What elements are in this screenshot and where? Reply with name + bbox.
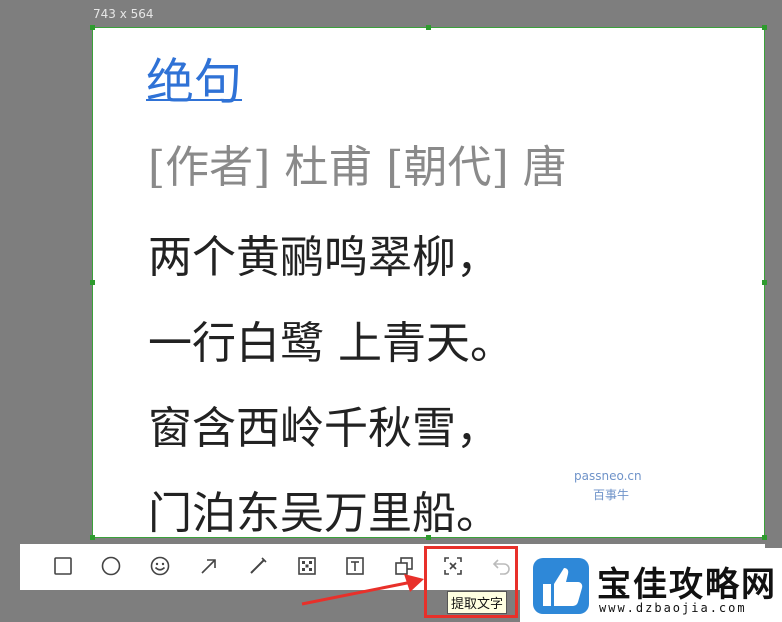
watermark-line-2: 百事牛 bbox=[593, 488, 630, 502]
rectangle-icon bbox=[52, 555, 74, 582]
emoji-icon bbox=[149, 555, 171, 582]
resize-handle-middle-left[interactable] bbox=[90, 280, 95, 285]
poem-line-2: 一行白鹭 上青天。 bbox=[148, 318, 514, 369]
resize-handle-top-left[interactable] bbox=[90, 25, 95, 30]
logo-name: 宝佳攻略网 bbox=[597, 565, 777, 605]
pen-tool-button[interactable] bbox=[246, 556, 270, 580]
extract-text-tooltip: 提取文字 bbox=[447, 591, 508, 614]
resize-handle-top-right[interactable] bbox=[762, 25, 767, 30]
circle-tool-button[interactable] bbox=[99, 556, 123, 580]
resize-handle-middle-right[interactable] bbox=[762, 280, 767, 285]
selection-size-label: 743 x 564 bbox=[93, 7, 154, 21]
poem-line-4: 门泊东吴万里船。 bbox=[148, 488, 500, 539]
rectangle-tool-button[interactable] bbox=[51, 556, 75, 580]
poem-line-1: 两个黄鹂鸣翠柳， bbox=[148, 232, 500, 283]
resize-handle-bottom-right[interactable] bbox=[762, 535, 767, 540]
poem-title: 绝句 bbox=[146, 54, 243, 110]
poem-meta: [作者] 杜甫 [朝代] 唐 bbox=[148, 142, 567, 193]
logo-url: www.dzbaojia.com bbox=[599, 601, 747, 615]
pointer-arrow bbox=[301, 574, 424, 606]
arrow-tool-button[interactable] bbox=[197, 556, 221, 580]
resize-handle-top-middle[interactable] bbox=[426, 25, 431, 30]
resize-handle-bottom-left[interactable] bbox=[90, 535, 95, 540]
emoji-tool-button[interactable] bbox=[148, 556, 172, 580]
watermark-line-1: passneo.cn bbox=[574, 469, 642, 483]
arrow-icon bbox=[198, 555, 220, 582]
poem-line-3: 窗含西岭千秋雪， bbox=[148, 403, 500, 454]
thumbs-up-logo-icon bbox=[533, 558, 589, 614]
pen-icon bbox=[247, 555, 269, 582]
circle-icon bbox=[100, 555, 122, 582]
